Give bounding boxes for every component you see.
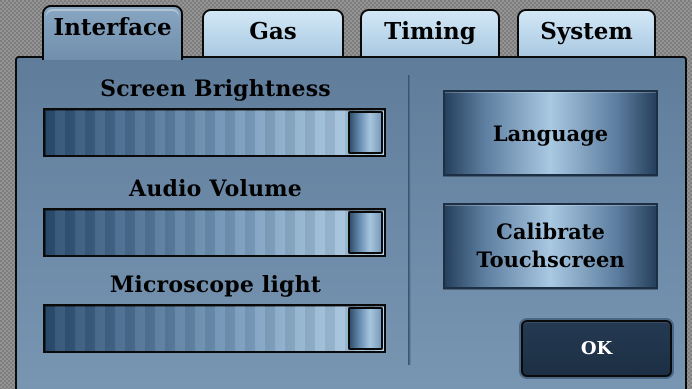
audio-volume-slider[interactable] xyxy=(43,208,386,257)
microscope-light-slider[interactable] xyxy=(43,304,386,353)
screen-brightness-slider[interactable] xyxy=(43,108,386,157)
tab-system[interactable]: System xyxy=(517,9,656,57)
calibrate-button-label-line1: Calibrate xyxy=(496,219,605,244)
interface-settings-panel: Screen Brightness Audio Volume Microscop… xyxy=(15,56,687,389)
screen-brightness-slider-thumb[interactable] xyxy=(348,111,383,154)
microscope-light-slider-thumb[interactable] xyxy=(348,307,383,350)
ok-button[interactable]: OK xyxy=(521,320,672,377)
ok-button-label: OK xyxy=(580,338,613,359)
audio-volume-label: Audio Volume xyxy=(129,176,302,202)
tab-timing[interactable]: Timing xyxy=(360,9,500,57)
screen-brightness-label: Screen Brightness xyxy=(100,76,331,102)
microscope-light-label: Microscope light xyxy=(109,272,322,298)
tab-interface[interactable]: Interface xyxy=(42,5,183,60)
calibrate-button-label-line2: Touchscreen xyxy=(476,247,625,272)
language-button[interactable]: Language xyxy=(443,90,658,176)
language-button-label: Language xyxy=(492,121,609,146)
audio-volume-slider-thumb[interactable] xyxy=(348,211,383,254)
calibrate-touchscreen-button[interactable]: Calibrate Touchscreen xyxy=(443,203,658,289)
tab-gas[interactable]: Gas xyxy=(202,9,344,57)
panel-divider xyxy=(408,75,411,365)
